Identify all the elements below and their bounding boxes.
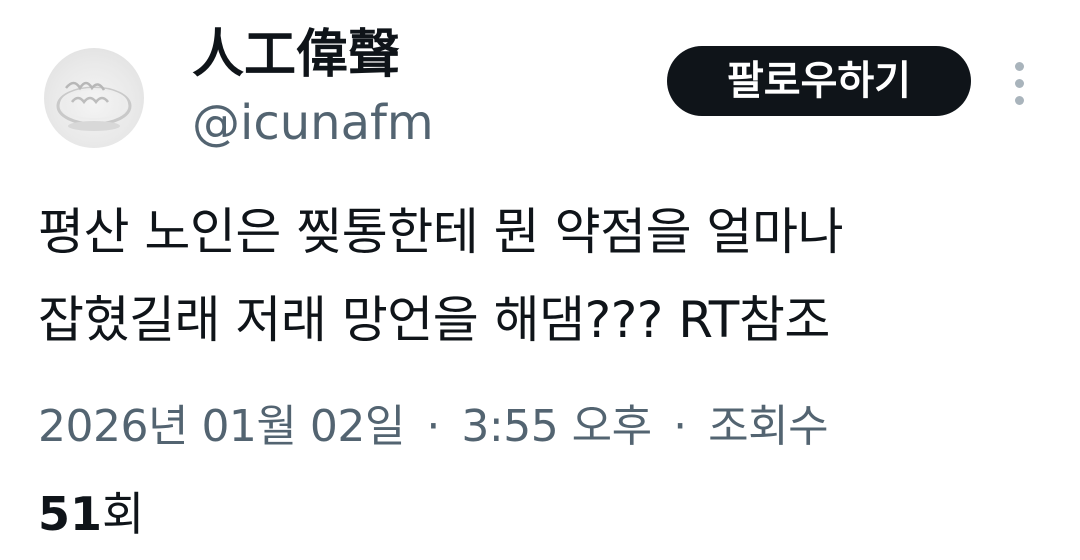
tweet-date[interactable]: 2026년 01월 02일 <box>38 401 405 452</box>
user-handle[interactable]: @icunafm <box>192 92 434 154</box>
meta-separator: · <box>426 401 440 452</box>
views-count-row[interactable]: 51회 <box>38 474 144 554</box>
more-dot <box>1015 62 1024 71</box>
tweet-text: 평산 노인은 찢통한테 뭔 약점을 얼마나 잡혔길래 저래 망언을 해댐??? … <box>38 188 1048 364</box>
tweet-text-line: 잡혔길래 저래 망언을 해댐??? RT참조 <box>38 291 830 349</box>
display-name[interactable]: 人工偉聲 <box>192 22 400 88</box>
avatar[interactable] <box>44 48 144 148</box>
tweet-header: 人工偉聲 @icunafm 팔로우하기 <box>0 0 1080 180</box>
more-dot <box>1015 79 1024 88</box>
ring-photo-avatar-icon <box>56 81 132 131</box>
tweet-meta: 2026년 01월 02일 · 3:55 오후 · 조회수 <box>38 388 1058 466</box>
more-vertical-icon[interactable] <box>1004 56 1036 112</box>
views-label: 조회수 <box>708 401 829 452</box>
meta-separator: · <box>673 401 687 452</box>
follow-button[interactable]: 팔로우하기 <box>667 46 971 116</box>
tweet-text-line: 평산 노인은 찢통한테 뭔 약점을 얼마나 <box>38 203 843 261</box>
views-unit: 회 <box>102 487 145 541</box>
tweet-time[interactable]: 3:55 오후 <box>461 401 652 452</box>
views-count: 51 <box>38 487 103 541</box>
more-dot <box>1015 96 1024 105</box>
